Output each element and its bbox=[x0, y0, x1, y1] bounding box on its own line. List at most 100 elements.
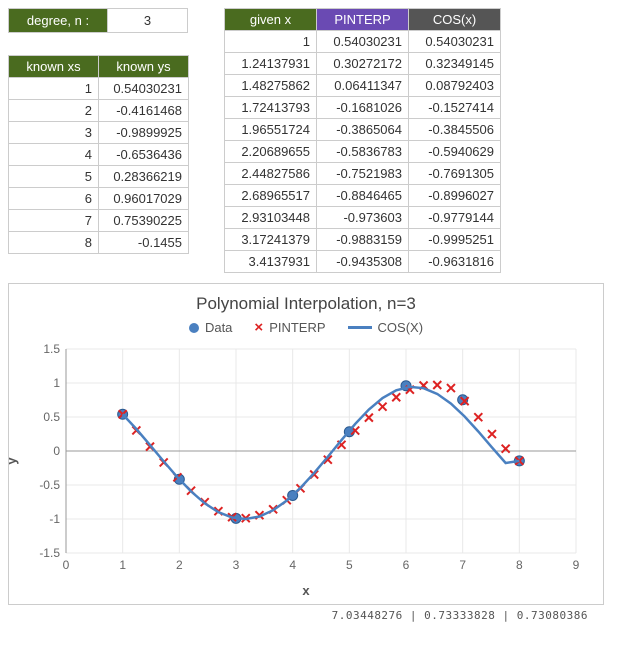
svg-text:0: 0 bbox=[63, 558, 70, 572]
table-row: 70.75390225 bbox=[9, 210, 189, 232]
cell[interactable]: 0.28366219 bbox=[99, 166, 189, 188]
chart-plot: 0123456789-1.5-1-0.500.511.5 bbox=[26, 341, 586, 581]
chart-legend: Data × PINTERP COS(X) bbox=[19, 320, 593, 335]
table-row: 2-0.4161468 bbox=[9, 100, 189, 122]
cell[interactable]: 0.32349145 bbox=[409, 53, 501, 75]
table-row: 1.241379310.302721720.32349145 bbox=[225, 53, 501, 75]
cell[interactable]: 2.68965517 bbox=[225, 185, 317, 207]
table-row: 10.540302310.54030231 bbox=[225, 31, 501, 53]
cell[interactable]: 3.17241379 bbox=[225, 229, 317, 251]
table-row: 10.54030231 bbox=[9, 78, 189, 100]
svg-text:4: 4 bbox=[289, 558, 296, 572]
cell[interactable]: 8 bbox=[9, 232, 99, 254]
cell[interactable]: 4 bbox=[9, 144, 99, 166]
cell[interactable]: 0.30272172 bbox=[317, 53, 409, 75]
known-header-ys: known ys bbox=[99, 56, 189, 78]
cell[interactable]: -0.9435308 bbox=[317, 251, 409, 273]
cell[interactable]: 0.75390225 bbox=[99, 210, 189, 232]
degree-value[interactable]: 3 bbox=[108, 8, 188, 33]
legend-pinterp-label: PINTERP bbox=[269, 320, 325, 335]
table-row: 2.20689655-0.5836783-0.5940629 bbox=[225, 141, 501, 163]
cell[interactable]: 6 bbox=[9, 188, 99, 210]
cell[interactable]: -0.1455 bbox=[99, 232, 189, 254]
cell[interactable]: 2.93103448 bbox=[225, 207, 317, 229]
legend-data: Data bbox=[189, 320, 232, 335]
cell[interactable]: 2.44827586 bbox=[225, 163, 317, 185]
cell[interactable]: 0.96017029 bbox=[99, 188, 189, 210]
given-header-x: given x bbox=[225, 9, 317, 31]
cell[interactable]: 0.54030231 bbox=[409, 31, 501, 53]
cell[interactable]: 2 bbox=[9, 100, 99, 122]
svg-text:8: 8 bbox=[516, 558, 523, 572]
chart-title: Polynomial Interpolation, n=3 bbox=[19, 294, 593, 314]
cell[interactable]: 7 bbox=[9, 210, 99, 232]
cell[interactable]: 3.4137931 bbox=[225, 251, 317, 273]
degree-label: degree, n : bbox=[8, 8, 108, 33]
cell[interactable]: -0.3845506 bbox=[409, 119, 501, 141]
svg-text:1.5: 1.5 bbox=[43, 342, 60, 356]
svg-text:-1: -1 bbox=[49, 512, 60, 526]
table-row: 60.96017029 bbox=[9, 188, 189, 210]
cut-off-row: 7.03448276 | 0.73333828 | 0.73080386 bbox=[8, 609, 618, 622]
known-table: known xs known ys 10.540302312-0.4161468… bbox=[8, 55, 189, 254]
svg-text:9: 9 bbox=[573, 558, 580, 572]
chart-container: Polynomial Interpolation, n=3 Data × PIN… bbox=[8, 283, 604, 605]
svg-text:-0.5: -0.5 bbox=[39, 478, 60, 492]
x-icon: × bbox=[254, 323, 263, 333]
cell[interactable]: 5 bbox=[9, 166, 99, 188]
table-row: 2.93103448-0.973603-0.9779144 bbox=[225, 207, 501, 229]
cell[interactable]: 1.24137931 bbox=[225, 53, 317, 75]
cell[interactable]: 1.72413793 bbox=[225, 97, 317, 119]
cell[interactable]: 1.96551724 bbox=[225, 119, 317, 141]
cell[interactable]: 3 bbox=[9, 122, 99, 144]
cell[interactable]: -0.9631816 bbox=[409, 251, 501, 273]
cell[interactable]: -0.8996027 bbox=[409, 185, 501, 207]
svg-text:0.5: 0.5 bbox=[43, 410, 60, 424]
table-row: 2.44827586-0.7521983-0.7691305 bbox=[225, 163, 501, 185]
cell[interactable]: -0.7521983 bbox=[317, 163, 409, 185]
cell[interactable]: -0.1527414 bbox=[409, 97, 501, 119]
table-row: 1.482758620.064113470.08792403 bbox=[225, 75, 501, 97]
cell[interactable]: -0.9779144 bbox=[409, 207, 501, 229]
cell[interactable]: -0.7691305 bbox=[409, 163, 501, 185]
table-row: 8-0.1455 bbox=[9, 232, 189, 254]
cell[interactable]: 1 bbox=[225, 31, 317, 53]
table-row: 1.96551724-0.3865064-0.3845506 bbox=[225, 119, 501, 141]
cell[interactable]: 0.08792403 bbox=[409, 75, 501, 97]
cell[interactable]: -0.973603 bbox=[317, 207, 409, 229]
cell[interactable]: 1.48275862 bbox=[225, 75, 317, 97]
cell[interactable]: 0.54030231 bbox=[317, 31, 409, 53]
cell[interactable]: 1 bbox=[9, 78, 99, 100]
known-header-xs: known xs bbox=[9, 56, 99, 78]
cell[interactable]: 0.06411347 bbox=[317, 75, 409, 97]
cell[interactable]: 0.54030231 bbox=[99, 78, 189, 100]
cell[interactable]: -0.9995251 bbox=[409, 229, 501, 251]
svg-text:3: 3 bbox=[233, 558, 240, 572]
table-row: 1.72413793-0.1681026-0.1527414 bbox=[225, 97, 501, 119]
x-axis-label: x bbox=[19, 583, 593, 598]
cell[interactable]: -0.4161468 bbox=[99, 100, 189, 122]
cell[interactable]: -0.6536436 bbox=[99, 144, 189, 166]
svg-text:1: 1 bbox=[53, 376, 60, 390]
legend-cos-label: COS(X) bbox=[378, 320, 424, 335]
svg-text:2: 2 bbox=[176, 558, 183, 572]
cell[interactable]: -0.5940629 bbox=[409, 141, 501, 163]
line-icon bbox=[348, 326, 372, 329]
svg-text:5: 5 bbox=[346, 558, 353, 572]
given-header-cos: COS(x) bbox=[409, 9, 501, 31]
cell[interactable]: -0.9883159 bbox=[317, 229, 409, 251]
cell[interactable]: -0.8846465 bbox=[317, 185, 409, 207]
cell[interactable]: -0.1681026 bbox=[317, 97, 409, 119]
cell[interactable]: -0.3865064 bbox=[317, 119, 409, 141]
svg-text:1: 1 bbox=[119, 558, 126, 572]
table-row: 3.17241379-0.9883159-0.9995251 bbox=[225, 229, 501, 251]
legend-data-label: Data bbox=[205, 320, 232, 335]
cell[interactable]: -0.9899925 bbox=[99, 122, 189, 144]
cell[interactable]: 2.20689655 bbox=[225, 141, 317, 163]
svg-text:0: 0 bbox=[53, 444, 60, 458]
svg-text:-1.5: -1.5 bbox=[39, 546, 60, 560]
given-header-pinterp: PINTERP bbox=[317, 9, 409, 31]
cell[interactable]: -0.5836783 bbox=[317, 141, 409, 163]
table-row: 50.28366219 bbox=[9, 166, 189, 188]
svg-text:7: 7 bbox=[459, 558, 466, 572]
